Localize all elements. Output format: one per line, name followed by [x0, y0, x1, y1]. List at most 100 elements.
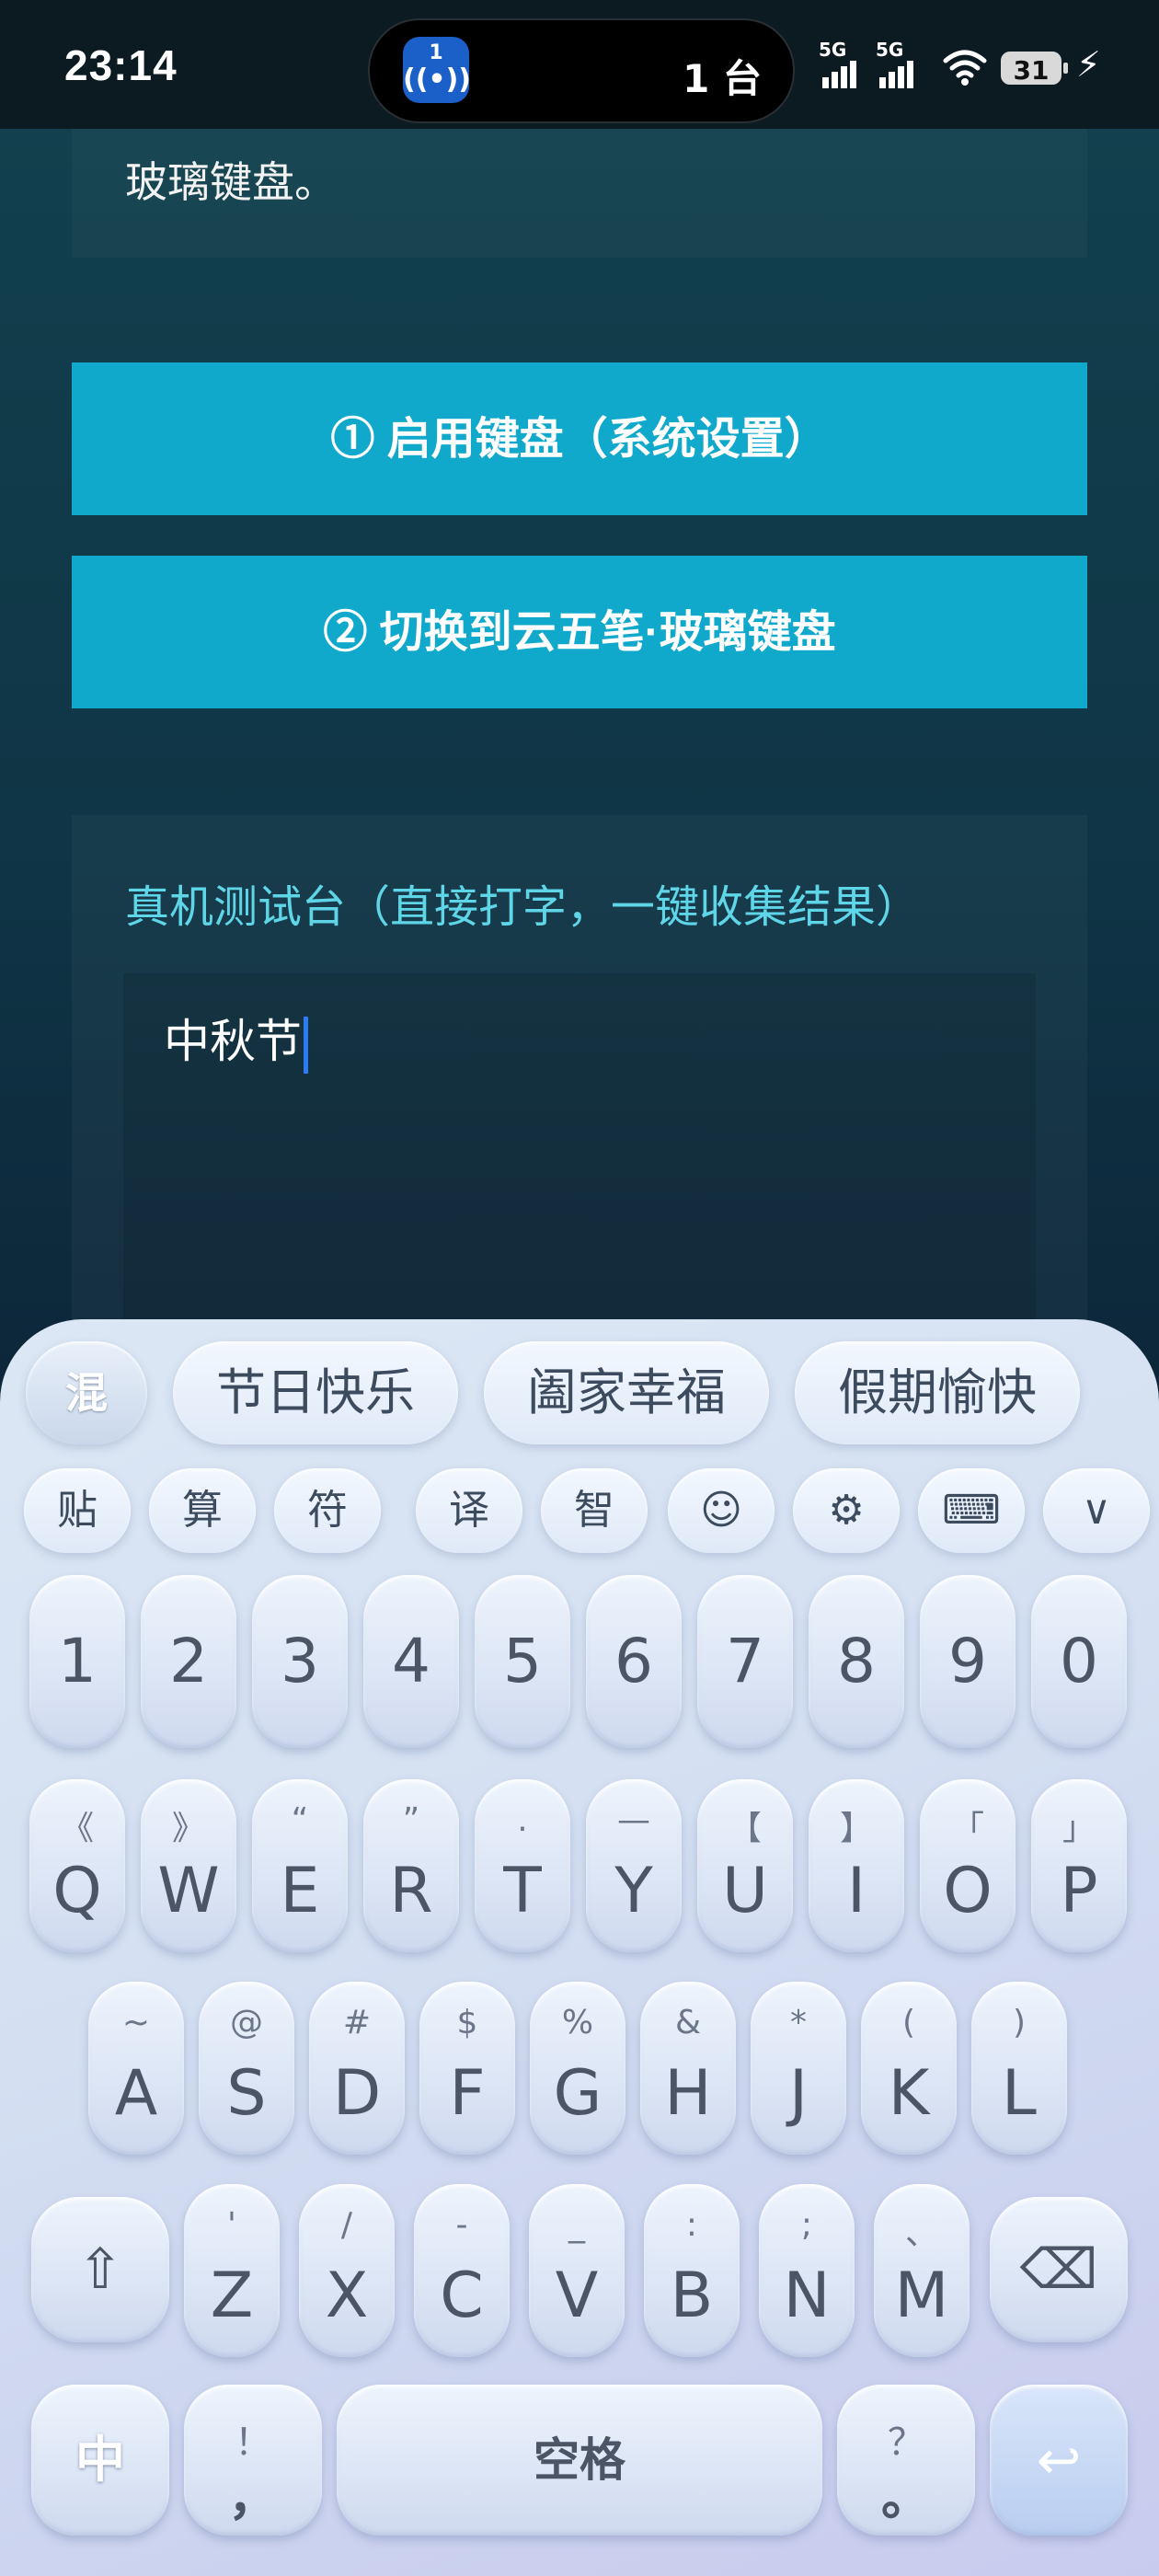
candidate-2[interactable]: 阖家幸福 — [484, 1341, 769, 1444]
cellular-signal-icon: 5G — [876, 39, 927, 94]
switch-keyboard-button[interactable]: ② 切换到云五笔·玻璃键盘 — [72, 556, 1087, 708]
island-badge-symbol: ((•)) — [403, 63, 472, 96]
key-r[interactable]: ” R — [363, 1779, 459, 1952]
backspace-key[interactable]: ⌫ — [990, 2197, 1128, 2342]
key-1[interactable]: 1 — [29, 1575, 125, 1748]
key-3[interactable]: 3 — [252, 1575, 348, 1748]
key-u-label: U — [722, 1855, 768, 1927]
key-u-alt: 【 — [728, 1810, 762, 1847]
key-8[interactable]: 8 — [809, 1575, 904, 1748]
key-y[interactable]: — Y — [586, 1779, 682, 1952]
key-s-label: S — [226, 2057, 267, 2130]
key-c-alt: - — [455, 2206, 468, 2244]
period-key-label: 。 — [881, 2468, 931, 2526]
key-2[interactable]: 2 — [141, 1575, 236, 1748]
key-l-label: L — [1002, 2057, 1037, 2130]
space-key[interactable]: 空格 — [337, 2385, 822, 2536]
enter-icon: ↩ — [1036, 2429, 1082, 2491]
key-z-label: Z — [210, 2260, 254, 2332]
settings-icon[interactable]: ⚙ — [793, 1468, 900, 1553]
symbols-button[interactable]: 符 — [274, 1468, 381, 1553]
key-i-alt: 】 — [839, 1810, 873, 1847]
key-o-label: O — [943, 1855, 993, 1927]
key-e-alt: “ — [291, 1801, 309, 1839]
battery-icon: 31 — [1001, 52, 1068, 86]
test-input-field[interactable]: 中秋节 — [123, 973, 1036, 1360]
key-p[interactable]: 」 P — [1031, 1779, 1127, 1952]
key-k-alt: ( — [901, 2004, 916, 2041]
key-f[interactable]: $ F — [419, 1982, 515, 2155]
key-0[interactable]: 0 — [1031, 1575, 1127, 1748]
enter-key[interactable]: ↩ — [990, 2385, 1128, 2536]
candidate-3[interactable]: 假期愉快 — [795, 1341, 1080, 1444]
key-h[interactable]: & H — [640, 1982, 736, 2155]
paste-button[interactable]: 贴 — [24, 1468, 131, 1553]
input-mode-toggle[interactable]: 混 — [26, 1341, 147, 1444]
key-s[interactable]: @ S — [199, 1982, 294, 2155]
key-t-label: T — [503, 1855, 542, 1927]
key-n-alt: ; — [800, 2206, 813, 2244]
key-k[interactable]: (K — [861, 1982, 957, 2155]
key-w-alt: 》 — [171, 1810, 205, 1847]
intro-text: 玻璃键盘。 — [125, 157, 337, 207]
key-o[interactable]: 「O — [920, 1779, 1016, 1952]
key-j[interactable]: * J — [751, 1982, 846, 2155]
key-q[interactable]: 《 Q — [29, 1779, 125, 1952]
shift-key[interactable]: ⇧ — [31, 2197, 169, 2342]
key-7[interactable]: 7 — [697, 1575, 793, 1748]
intro-card: 玻璃键盘。 — [72, 129, 1087, 258]
key-c[interactable]: -C — [414, 2184, 510, 2357]
key-z[interactable]: ' Z — [184, 2184, 280, 2357]
key-b-alt: : — [685, 2206, 698, 2244]
key-l[interactable]: ) L — [971, 1982, 1067, 2155]
key-e-label: E — [280, 1855, 320, 1927]
key-5[interactable]: 5 — [475, 1575, 570, 1748]
key-9[interactable]: 9 — [920, 1575, 1016, 1748]
clock: 23:14 — [64, 41, 178, 89]
key-p-label: P — [1060, 1855, 1098, 1927]
key-q-label: Q — [52, 1855, 102, 1927]
key-i[interactable]: 】 I — [809, 1779, 904, 1952]
key-e[interactable]: “E — [252, 1779, 348, 1952]
chinese-mode-key[interactable]: 中 — [31, 2385, 169, 2536]
translate-button[interactable]: 译 — [416, 1468, 522, 1553]
key-v[interactable]: _ V — [529, 2184, 625, 2357]
candidate-1[interactable]: 节日快乐 — [173, 1341, 458, 1444]
key-6[interactable]: 6 — [586, 1575, 682, 1748]
key-x[interactable]: / X — [299, 2184, 395, 2357]
smart-button[interactable]: 智 — [541, 1468, 648, 1553]
key-h-label: H — [664, 2057, 712, 2130]
key-4[interactable]: 4 — [363, 1575, 459, 1748]
key-a[interactable]: ~ A — [88, 1982, 184, 2155]
key-m-alt: 、 — [904, 2214, 938, 2252]
comma-key-label: ， — [228, 2468, 278, 2526]
key-w[interactable]: 》 W — [141, 1779, 236, 1952]
key-t[interactable]: .T — [475, 1779, 570, 1952]
key-n[interactable]: ; N — [759, 2184, 855, 2357]
key-u[interactable]: 【U — [697, 1779, 793, 1952]
key-h-alt: & — [674, 2004, 702, 2041]
emoji-icon[interactable]: ☺ — [668, 1468, 775, 1553]
keyboard-icon[interactable]: ⌨ — [918, 1468, 1025, 1553]
charging-bolt-icon: ⚡ — [1076, 44, 1101, 85]
key-b[interactable]: :B — [644, 2184, 740, 2357]
key-b-label: B — [670, 2260, 714, 2332]
key-d-label: D — [332, 2057, 382, 2130]
key-m[interactable]: 、 M — [874, 2184, 970, 2357]
key-a-alt: ~ — [121, 2004, 151, 2041]
key-d[interactable]: # D — [309, 1982, 405, 2155]
key-i-label: I — [846, 1855, 866, 1927]
key-x-label: X — [325, 2260, 369, 2332]
dynamic-island[interactable]: 1 ((•)) 1 台 — [368, 18, 795, 123]
enable-keyboard-button[interactable]: ① 启用键盘（系统设置） — [72, 362, 1087, 515]
key-g[interactable]: % G — [530, 1982, 625, 2155]
period-key[interactable]: ？。 — [837, 2385, 975, 2536]
key-a-label: A — [114, 2057, 158, 2130]
key-n-label: N — [783, 2260, 831, 2332]
key-g-alt: % — [561, 2004, 594, 2041]
collapse-keyboard-icon[interactable]: ∨ — [1043, 1468, 1150, 1553]
comma-key[interactable]: ！， — [184, 2385, 322, 2536]
status-bar: 23:14 1 ((•)) 1 台 5G 5G 31 ⚡ — [0, 0, 1159, 129]
broadcast-icon: 1 ((•)) — [403, 37, 472, 103]
calculator-button[interactable]: 算 — [149, 1468, 256, 1553]
